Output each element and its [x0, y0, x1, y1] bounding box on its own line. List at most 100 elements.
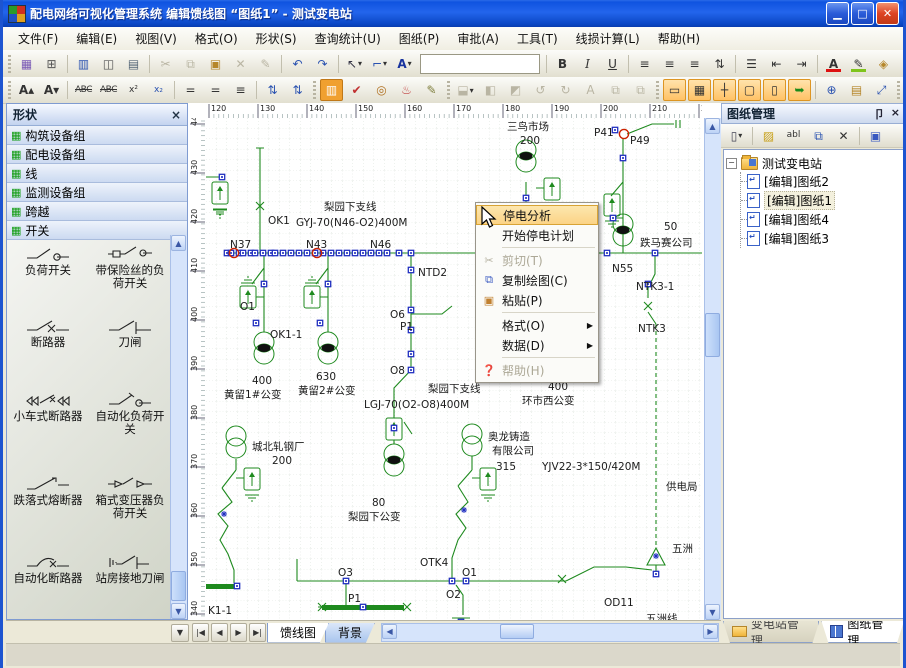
shape-group-2[interactable]: ▦线 [7, 164, 187, 183]
line-spacing-15-button[interactable]: = [204, 79, 227, 101]
tree-root-substation[interactable]: −测试变电站 [726, 154, 901, 172]
line-spacing-double-button[interactable]: ≡ [229, 79, 252, 101]
shape-group-1[interactable]: ▦配电设备组 [7, 145, 187, 164]
delete-sheet-button[interactable]: ✕ [832, 125, 855, 147]
exit-edit-button[interactable]: ➥ [788, 79, 811, 101]
pointer-tool-button[interactable]: ↖▾ [343, 53, 366, 75]
rotate-left-button[interactable]: ↺ [529, 79, 552, 101]
pan-zoom-button[interactable]: ⊕ [820, 79, 843, 101]
menu-t[interactable]: 工具(T) [508, 27, 567, 50]
copy-sheet-button[interactable]: ⧉ [807, 125, 830, 147]
align-center-button[interactable]: ≡ [658, 53, 681, 75]
delete-button[interactable]: ✕ [229, 53, 252, 75]
context-menu-item-format[interactable]: 格式(O)▶ [476, 315, 598, 335]
spacing-increase-button[interactable]: ⇅ [261, 79, 284, 101]
fill-color-button[interactable]: ◈ [872, 53, 895, 75]
decrease-indent-button[interactable]: ⇤ [765, 53, 788, 75]
scroll-thumb[interactable] [500, 624, 534, 639]
superscript-button[interactable]: x² [122, 79, 145, 101]
pin-icon[interactable]: 卩 [874, 106, 885, 122]
guides-toggle-button[interactable]: ┼ [713, 79, 736, 101]
tree-item-sheet-4[interactable]: [编辑]图纸3 [741, 229, 901, 248]
toolbar-grip[interactable] [656, 81, 659, 99]
page-breaks-toggle-button[interactable]: ▯ [763, 79, 786, 101]
redo-button[interactable]: ↷ [311, 53, 334, 75]
open-sheet-button[interactable]: ▨ [757, 125, 780, 147]
scroll-down-icon[interactable]: ▼ [171, 603, 186, 619]
properties-button[interactable]: ▤ [845, 79, 868, 101]
stencil-breaker[interactable]: 断路器 [7, 315, 89, 385]
decrease-font-button[interactable]: A▾ [40, 79, 63, 101]
toolbar-grip[interactable] [8, 55, 11, 73]
note-edit-button[interactable]: ✎ [420, 79, 443, 101]
scroll-up-icon[interactable]: ▲ [705, 118, 720, 134]
scroll-up-icon[interactable]: ▲ [171, 235, 186, 251]
collapse-icon[interactable]: − [726, 158, 737, 169]
menu-p[interactable]: 图纸(P) [390, 27, 449, 50]
diagram-canvas[interactable]: 120130140150160170180190200210220 440430… [188, 103, 721, 620]
export-sheet-button[interactable]: ▣ [864, 125, 887, 147]
shapes-panel-close-icon[interactable]: × [171, 108, 181, 122]
toolbar-grip[interactable] [8, 81, 11, 99]
save-button[interactable]: ▥ [72, 53, 95, 75]
tab-background[interactable]: 背景 [325, 623, 375, 643]
bullet-list-button[interactable]: ☰ [740, 53, 763, 75]
insert-picture-button[interactable]: ▥ [320, 79, 343, 101]
last-sheet-button[interactable]: ▶| [249, 623, 266, 642]
menu-h[interactable]: 帮助(H) [649, 27, 709, 50]
stencil-fused-load-switch[interactable]: 带保险丝的负荷开关 [89, 243, 171, 311]
print-button[interactable]: ▤ [122, 53, 145, 75]
spacing-decrease-button[interactable]: ⇅ [286, 79, 309, 101]
copy-button[interactable]: ⧉ [179, 53, 202, 75]
first-sheet-button[interactable]: |◀ [192, 623, 209, 642]
align-shapes-button[interactable]: ⬓▾ [454, 79, 477, 101]
flip-vertical-button[interactable]: ◩ [504, 79, 527, 101]
search-drawing-button[interactable]: ◎ [370, 79, 393, 101]
title-bar[interactable]: 配电网络可视化管理系统 编辑馈线图 “图纸1” - 测试变电站 ▁□✕ [3, 0, 903, 27]
tree-item-sheet-3[interactable]: [编辑]图纸4 [741, 210, 901, 229]
toolbar-grip[interactable] [447, 81, 450, 99]
minimize-button[interactable]: ▁ [826, 2, 849, 25]
vertical-text-button[interactable]: ⇅ [708, 53, 731, 75]
shape-group-3[interactable]: ▦监测设备组 [7, 183, 187, 202]
stencil-trolley-breaker[interactable]: 小车式断路器 [7, 389, 89, 469]
stencil-ground-knife-switch[interactable]: 站房接地刀闸 [89, 551, 171, 617]
increase-font-button[interactable]: A▴ [15, 79, 38, 101]
increase-indent-button[interactable]: ⇥ [790, 53, 813, 75]
connector-tool-button[interactable]: ⌐▾ [368, 53, 391, 75]
text-tool-button[interactable]: A▾ [393, 53, 416, 75]
menu-s[interactable]: 形状(S) [247, 27, 306, 50]
context-menu-item-copy-drawing[interactable]: ⧉复制绘图(C) [476, 270, 598, 290]
stencil-box-transformer-switch[interactable]: 箱式变压器负荷开关 [89, 473, 171, 547]
prev-sheet-button[interactable]: ◀ [211, 623, 228, 642]
italic-button[interactable]: I [576, 53, 599, 75]
paste-button[interactable]: ▣ [204, 53, 227, 75]
tree-item-sheet-2[interactable]: [编辑]图纸1 [741, 191, 901, 210]
toolbar-grip[interactable] [897, 81, 900, 99]
tree-item-sheet-1[interactable]: [编辑]图纸2 [741, 172, 901, 191]
scroll-right-icon[interactable]: ▶ [703, 624, 718, 639]
close-button[interactable]: ✕ [876, 2, 899, 25]
highlight-color-button[interactable]: ✎ [847, 53, 870, 75]
rename-sheet-button[interactable]: abl [782, 125, 805, 147]
canvas-content[interactable]: 三鸟市场200P41P49OK1O1OK1-1梨园下支线GYJ-70(N46-O… [206, 118, 702, 620]
shape-group-0[interactable]: ▦构筑设备组 [7, 126, 187, 145]
menu-a[interactable]: 审批(A) [448, 27, 508, 50]
maximize-button[interactable]: □ [851, 2, 874, 25]
flip-horizontal-button[interactable]: ◧ [479, 79, 502, 101]
align-left-button[interactable]: ≡ [633, 53, 656, 75]
scroll-thumb[interactable] [705, 313, 720, 357]
new-drawing-button[interactable]: ▦ [15, 53, 38, 75]
underline-button[interactable]: U [601, 53, 624, 75]
approve-check-button[interactable]: ✔ [345, 79, 368, 101]
tab-sheet-manage[interactable]: 图纸管理 [821, 621, 904, 643]
bring-forward-button[interactable]: ⧉ [604, 79, 627, 101]
menu-e[interactable]: 编辑(E) [67, 27, 126, 50]
stencil-load-switch[interactable]: 负荷开关 [7, 243, 89, 311]
context-menu-item-help[interactable]: ❓帮助(H) [476, 360, 598, 380]
scroll-left-icon[interactable]: ◀ [382, 624, 397, 639]
double-strikethrough-button[interactable]: ABC [97, 79, 120, 101]
stamp-button[interactable]: ♨ [395, 79, 418, 101]
menu-v[interactable]: 视图(V) [126, 27, 186, 50]
strikethrough-button[interactable]: ABC [72, 79, 95, 101]
